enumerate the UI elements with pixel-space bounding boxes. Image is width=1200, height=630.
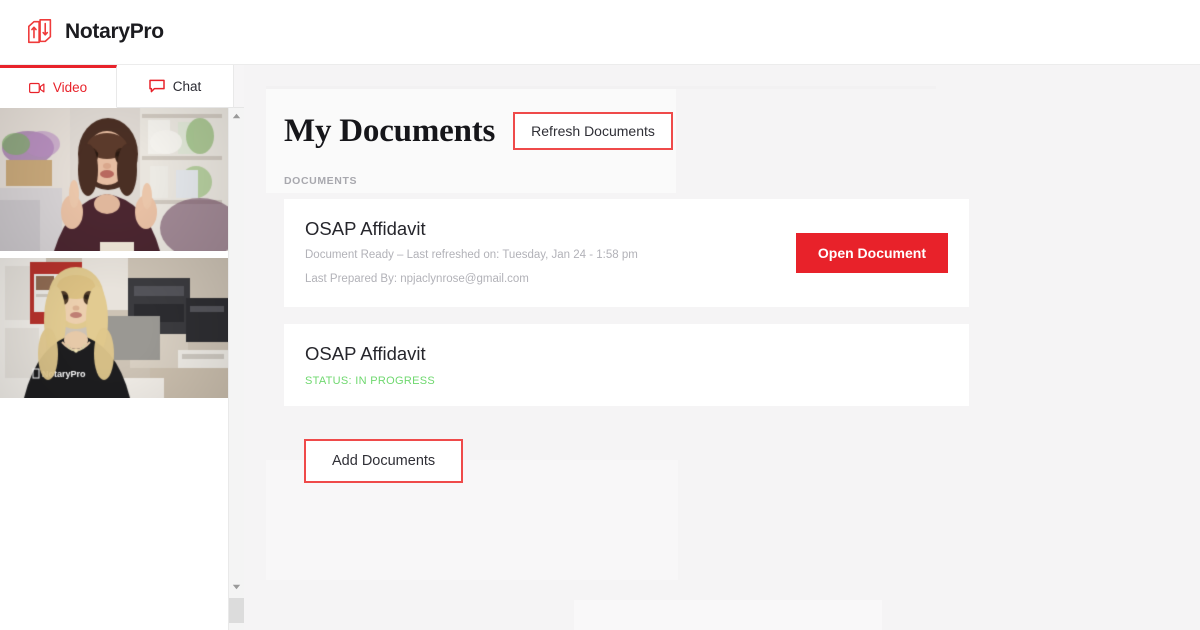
tab-video-label: Video (52, 80, 88, 95)
document-prepared-by-line: Last Prepared By: npjaclynrose@gmail.com (305, 272, 529, 285)
background-panel-e (574, 600, 882, 630)
chat-bubble-icon (148, 79, 165, 93)
video-tile-client[interactable] (0, 108, 228, 251)
refresh-documents-button[interactable]: Refresh Documents (513, 112, 673, 150)
document-info: OSAP Affidavit Document Ready – Last ref… (305, 217, 638, 289)
document-card-in-progress[interactable]: OSAP Affidavit STATUS: IN PROGRESS (284, 323, 969, 406)
left-panel: Video Chat (0, 65, 244, 630)
page-title: My Documents (284, 112, 496, 149)
tab-chat[interactable]: Chat (117, 65, 234, 108)
add-documents-button[interactable]: Add Documents (304, 438, 464, 483)
scroll-up-arrow-icon[interactable] (229, 108, 244, 124)
brand-logo[interactable]: NotaryPro (26, 17, 164, 47)
document-title: OSAP Affidavit (305, 218, 426, 239)
video-tiles (0, 108, 228, 398)
scroll-down-arrow-icon[interactable] (229, 579, 244, 595)
document-title: OSAP Affidavit (305, 343, 426, 365)
status-badge: STATUS: IN PROGRESS (305, 375, 435, 388)
video-camera-icon (28, 82, 45, 93)
document-status-line: Document Ready – Last refreshed on: Tues… (305, 249, 638, 262)
document-card-ready[interactable]: OSAP Affidavit Document Ready – Last ref… (284, 199, 969, 307)
main-content: My Documents Refresh Documents DOCUMENTS… (244, 65, 1200, 630)
scrollbar-thumb[interactable] (229, 598, 244, 623)
tab-chat-label: Chat (172, 78, 202, 94)
notarypro-documents-logo-icon (28, 19, 52, 44)
panel-tabs: Video Chat (0, 65, 244, 108)
brand-name: NotaryPro (65, 20, 164, 43)
open-document-button[interactable]: Open Document (795, 232, 948, 273)
left-panel-scrollbar[interactable] (228, 108, 244, 630)
documents-section-label: DOCUMENTS (284, 175, 358, 187)
video-tile-notary[interactable] (0, 258, 228, 398)
tab-video[interactable]: Video (0, 65, 117, 108)
document-info: OSAP Affidavit STATUS: IN PROGRESS (305, 342, 435, 387)
page-header: My Documents Refresh Documents (284, 112, 1200, 150)
documents-page: My Documents Refresh Documents DOCUMENTS… (244, 65, 1200, 483)
top-bar: NotaryPro (0, 0, 1200, 65)
app-window: NotaryPro Video Chat My Documents Refres… (0, 0, 1200, 630)
tab-filler (234, 65, 244, 108)
